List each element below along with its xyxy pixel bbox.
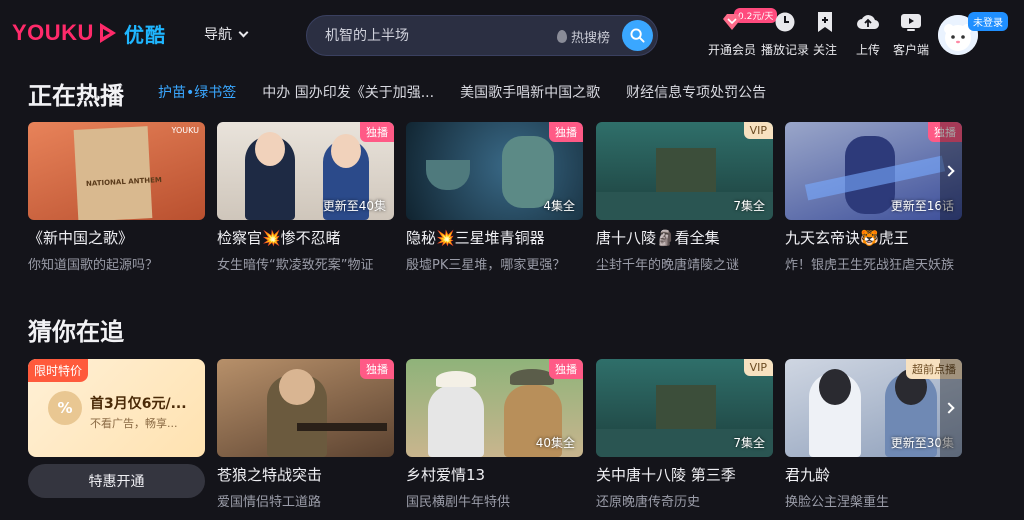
- logo-chinese: 优酷: [123, 22, 166, 47]
- video-thumbnail: 超前点播 更新至30集: [785, 359, 962, 457]
- hot-topic-tabs: 护苗•绿书签 中办 国办印发《关于加强... 美国歌手唱新中国之歌 财经信息专项…: [158, 82, 792, 102]
- bookmark-icon: [813, 10, 837, 34]
- video-title[interactable]: 九天玄帝诀🐯虎王: [785, 227, 962, 248]
- history-button[interactable]: 播放记录: [761, 10, 809, 58]
- vip-icon: [720, 10, 744, 34]
- video-subtitle: 尘封千年的晚唐靖陵之谜: [596, 258, 740, 273]
- limited-offer-tag: 限时特价: [28, 359, 89, 382]
- youku-watermark: YOUKU: [171, 126, 200, 135]
- video-card[interactable]: 超前点播 更新至30集 君九龄 换脸公主涅槃重生: [785, 359, 962, 510]
- video-subtitle: 你知道国歌的起源吗？: [28, 258, 159, 273]
- video-title[interactable]: 《新中国之歌》: [28, 227, 205, 248]
- logo-wordmark: YOUKU: [12, 20, 94, 45]
- section-title-hot: 正在热播: [28, 82, 124, 110]
- video-card[interactable]: 独播 更新至16话 九天玄帝诀🐯虎王 炸！银虎王生死战狂虐天妖族: [785, 122, 962, 273]
- discount-icon: %: [48, 391, 82, 425]
- video-subtitle: 换脸公主涅槃重生: [785, 495, 890, 510]
- vip-tag: VIP: [743, 122, 773, 139]
- search-input[interactable]: [325, 16, 545, 55]
- promo-headline: 首3月仅6元/...: [90, 396, 187, 412]
- topic-tab[interactable]: 中办 国办印发《关于加强...: [262, 82, 434, 102]
- video-title[interactable]: 乡村爱情13: [406, 464, 583, 485]
- exclusive-tag: 独播: [549, 359, 583, 379]
- topic-tab[interactable]: 财经信息专项处罚公告: [626, 82, 766, 102]
- section-title-follow: 猜你在追: [28, 318, 124, 346]
- upload-icon: [856, 10, 880, 34]
- video-title[interactable]: 隐秘💥三星堆青铜器: [406, 227, 583, 248]
- episode-count: 4集全: [543, 199, 575, 213]
- video-card[interactable]: VIP 7集全 唐十八陵🗿看全集 尘封千年的晚唐靖陵之谜: [596, 122, 773, 273]
- nav-dropdown[interactable]: 导航: [204, 24, 249, 44]
- video-card[interactable]: NATIONAL ANTHEM YOUKU 《新中国之歌》 你知道国歌的起源吗？: [28, 122, 205, 273]
- video-thumbnail: VIP 7集全: [596, 359, 773, 457]
- video-title[interactable]: 关中唐十八陵 第三季: [596, 464, 773, 485]
- exclusive-tag: 独播: [360, 359, 394, 379]
- client-button[interactable]: 客户端: [893, 10, 929, 58]
- follow-button[interactable]: 关注: [813, 10, 837, 58]
- promo-subscribe-button[interactable]: 特惠开通: [28, 464, 205, 498]
- video-thumbnail: 独播 40集全: [406, 359, 583, 457]
- video-subtitle: 国民横剧牛年特供: [406, 495, 511, 510]
- episode-count: 7集全: [733, 436, 765, 450]
- video-subtitle: 殷墟PK三星堆，哪家更强？: [406, 258, 566, 273]
- upload-button[interactable]: 上传: [856, 10, 880, 58]
- video-thumbnail: 独播 更新至40集: [217, 122, 394, 220]
- client-label: 客户端: [893, 43, 930, 57]
- video-title[interactable]: 检察官💥惨不忍睹: [217, 227, 394, 248]
- video-title[interactable]: 君九龄: [785, 464, 962, 485]
- search-button[interactable]: [622, 20, 653, 51]
- search-icon: [630, 28, 645, 43]
- video-subtitle: 还原晚唐传奇历史: [596, 495, 701, 510]
- video-card[interactable]: 独播 40集全 乡村爱情13 国民横剧牛年特供: [406, 359, 583, 510]
- history-icon: [773, 10, 797, 34]
- video-title[interactable]: 唐十八陵🗿看全集: [596, 227, 773, 248]
- carousel-next-button[interactable]: [940, 122, 962, 220]
- video-card[interactable]: 独播 更新至40集 检察官💥惨不忍睹 女生暗传“欺凌致死案”物证: [217, 122, 394, 273]
- video-thumbnail: 独播: [217, 359, 394, 457]
- exclusive-tag: 独播: [360, 122, 394, 142]
- vip-tag: VIP: [743, 359, 773, 376]
- hot-search-label: 热搜榜: [571, 31, 611, 46]
- top-header: YOUKU 优酷 导航 热搜榜 0.2元/天 开通会员 播放记录 关注: [0, 0, 1024, 68]
- promo-subtext: 不看广告，畅享...: [90, 417, 178, 430]
- nav-label: 导航: [204, 27, 232, 43]
- video-subtitle: 爱国情侣特工道路: [217, 495, 322, 510]
- vip-label: 开通会员: [708, 43, 757, 57]
- upload-label: 上传: [856, 43, 881, 57]
- chevron-right-icon: [943, 402, 955, 414]
- chevron-down-icon: [238, 27, 249, 37]
- flame-icon: [557, 30, 567, 43]
- video-card[interactable]: 独播 苍狼之特战突击 爱国情侣特工道路: [217, 359, 394, 510]
- topic-tab[interactable]: 美国歌手唱新中国之歌: [460, 82, 600, 102]
- video-thumbnail: 独播 4集全: [406, 122, 583, 220]
- video-subtitle: 女生暗传“欺凌致死案”物证: [217, 258, 374, 273]
- video-subtitle: 炸！银虎王生死战狂虐天妖族: [785, 258, 955, 273]
- episode-count: 40集全: [535, 436, 575, 450]
- video-card[interactable]: VIP 7集全 关中唐十八陵 第三季 还原晚唐传奇历史: [596, 359, 773, 510]
- carousel-next-button[interactable]: [940, 359, 962, 457]
- hot-search-link[interactable]: 热搜榜: [557, 27, 610, 46]
- logo-play-icon: [99, 23, 116, 43]
- video-thumbnail: 独播 更新至16话: [785, 122, 962, 220]
- history-label: 播放记录: [761, 43, 810, 57]
- video-title[interactable]: 苍狼之特战突击: [217, 464, 394, 485]
- video-card[interactable]: 独播 4集全 隐秘💥三星堆青铜器 殷墟PK三星堆，哪家更强？: [406, 122, 583, 273]
- topic-tab[interactable]: 护苗•绿书签: [158, 82, 236, 102]
- episode-count: 更新至40集: [322, 199, 386, 213]
- exclusive-tag: 独播: [549, 122, 583, 142]
- tv-icon: [899, 10, 923, 34]
- chevron-right-icon: [943, 165, 955, 177]
- follow-label: 关注: [813, 43, 838, 57]
- vip-button[interactable]: 开通会员: [708, 10, 756, 58]
- video-thumbnail: VIP 7集全: [596, 122, 773, 220]
- episode-count: 7集全: [733, 199, 765, 213]
- video-thumbnail: NATIONAL ANTHEM YOUKU: [28, 122, 205, 220]
- search-bar: 热搜榜: [306, 15, 658, 56]
- youku-logo[interactable]: YOUKU 优酷: [12, 20, 166, 47]
- vip-promo-card[interactable]: 限时特价 % 首3月仅6元/... 不看广告，畅享...: [28, 359, 205, 457]
- login-status-badge[interactable]: 未登录: [968, 12, 1008, 31]
